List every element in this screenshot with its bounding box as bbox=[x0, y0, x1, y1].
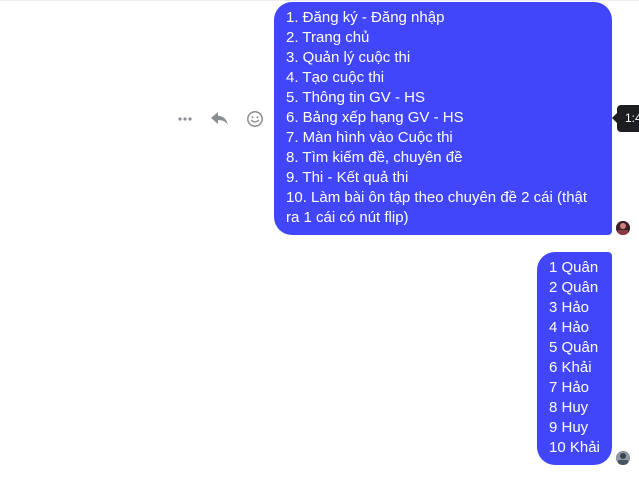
seen-avatar bbox=[616, 221, 630, 235]
more-icon bbox=[178, 117, 192, 121]
avatar-image bbox=[616, 221, 630, 235]
message-line: 7 Hảo bbox=[549, 379, 590, 396]
emoji-reaction-icon bbox=[247, 111, 263, 127]
message-line: 9. Thi - Kết quả thi bbox=[286, 169, 409, 186]
message-line: 1. Đăng ký - Đăng nhập bbox=[286, 9, 445, 26]
message-line: 9 Huy bbox=[549, 419, 589, 436]
message-bubble-assignments[interactable]: 1 Quân 2 Quân 3 Hảo 4 Hảo 5 Quân 6 Khải … bbox=[537, 252, 612, 465]
message-line: 5. Thông tin GV - HS bbox=[286, 89, 425, 106]
message-line: 7. Màn hình vào Cuộc thi bbox=[286, 129, 453, 146]
message-line: 3. Quản lý cuộc thi bbox=[286, 49, 411, 66]
message-bubble-feature-list[interactable]: 1. Đăng ký - Đăng nhập 2. Trang chủ 3. Q… bbox=[274, 2, 612, 235]
message-line: 2 Quân bbox=[549, 279, 599, 296]
message-actions bbox=[172, 106, 277, 132]
timestamp-tooltip: 1:4 bbox=[617, 105, 639, 132]
message-line: 4. Tạo cuộc thi bbox=[286, 69, 385, 86]
reply-button[interactable] bbox=[207, 106, 233, 132]
avatar-image bbox=[616, 451, 630, 465]
message-line: 8 Huy bbox=[549, 399, 589, 416]
reply-icon bbox=[211, 112, 228, 125]
divider bbox=[0, 0, 639, 1]
message-line: 5 Quân bbox=[549, 339, 599, 356]
react-button[interactable] bbox=[242, 106, 268, 132]
chat-thread: 1. Đăng ký - Đăng nhập 2. Trang chủ 3. Q… bbox=[0, 0, 639, 482]
message-line: 1 Quân bbox=[549, 259, 599, 276]
more-options-button[interactable] bbox=[172, 106, 198, 132]
message-line: 3 Hảo bbox=[549, 299, 590, 316]
message-line: 10 Khải bbox=[549, 439, 600, 456]
message-line: 2. Trang chủ bbox=[286, 29, 370, 46]
message-line: 10. Làm bài ôn tập theo chuyên đề 2 cái … bbox=[286, 189, 588, 226]
message-line: 6. Bảng xếp hạng GV - HS bbox=[286, 109, 464, 126]
message-line: 6 Khải bbox=[549, 359, 592, 376]
message-line: 4 Hảo bbox=[549, 319, 590, 336]
seen-avatar bbox=[616, 451, 630, 465]
message-line: 8. Tìm kiếm đề, chuyên đề bbox=[286, 149, 463, 166]
